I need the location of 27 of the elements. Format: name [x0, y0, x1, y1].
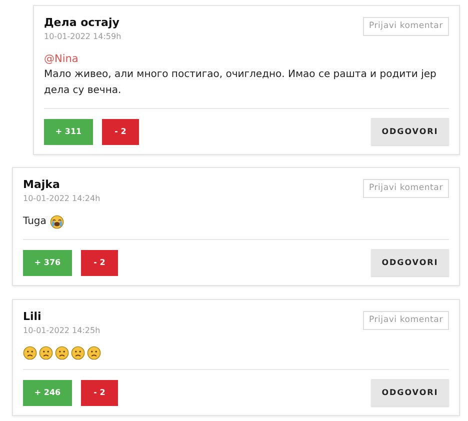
downvote-button[interactable]: - 2 [81, 380, 118, 406]
upvote-button[interactable]: + 376 [23, 250, 72, 276]
reply-button[interactable]: ODGOVORI [371, 118, 449, 145]
comment-text: Tuga [23, 215, 46, 229]
comment-date: 10-01-2022 14:59h [44, 31, 122, 43]
author-name: Majka [23, 177, 61, 192]
sad-face-icon [87, 346, 101, 360]
reply-button[interactable]: ODGOVORI [371, 379, 449, 406]
sad-face-icon [23, 346, 37, 360]
comment-date: 10-01-2022 14:24h [23, 193, 100, 205]
report-button[interactable]: Prijavi komentar [362, 17, 449, 36]
sad-face-icon [55, 346, 69, 360]
report-button[interactable]: Prijavi komentar [362, 311, 449, 330]
downvote-button[interactable]: - 2 [81, 250, 118, 276]
reply-button[interactable]: ODGOVORI [371, 249, 449, 276]
report-button[interactable]: Prijavi komentar [362, 179, 449, 198]
sad-face-icon [39, 346, 53, 360]
mention-link[interactable]: @Nina [44, 52, 449, 67]
sad-face-icon [71, 346, 85, 360]
crying-face-icon [50, 215, 64, 229]
author-name: Дела остају [44, 15, 120, 30]
downvote-button[interactable]: - 2 [102, 118, 139, 144]
comment-date: 10-01-2022 14:25h [23, 325, 100, 337]
author-name: Lili [23, 309, 42, 324]
comment-text: Мало живео, али много постигао, очигледно. Имао се рашта и родити јер дела су вечна. [44, 68, 438, 98]
upvote-button[interactable]: + 311 [44, 118, 93, 144]
upvote-button[interactable]: + 246 [23, 380, 72, 406]
